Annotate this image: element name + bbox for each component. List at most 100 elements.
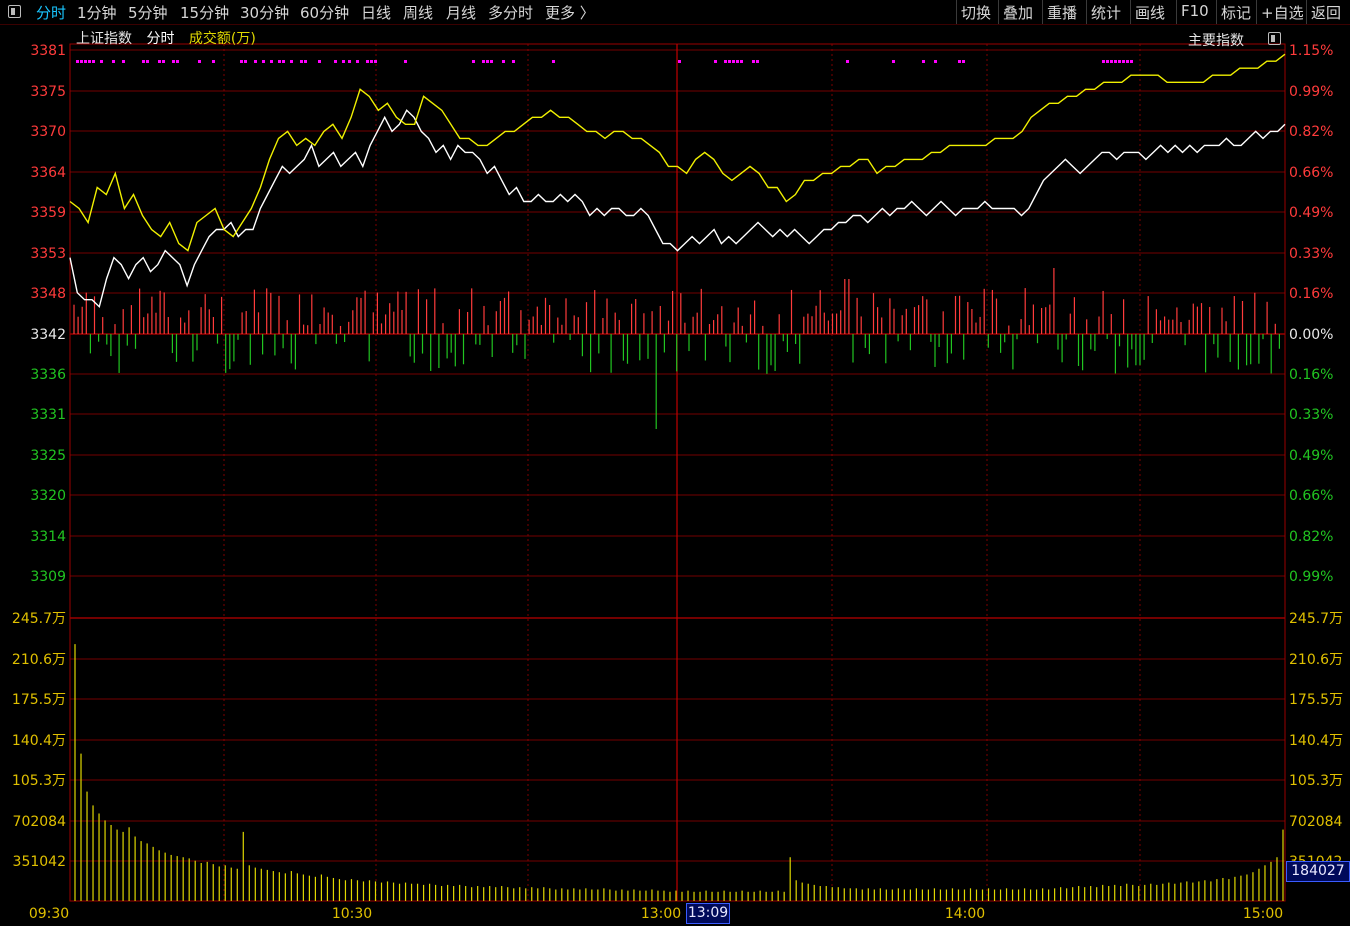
toolbar-button-2[interactable]: 重播 xyxy=(1047,2,1077,23)
chart-legend: 上证指数 分时 成交额(万) xyxy=(76,28,266,48)
price-tick-label: 3336 xyxy=(30,367,66,383)
signal-marker xyxy=(334,60,337,63)
signal-marker xyxy=(732,60,735,63)
volume-tick-label-right: 105.3万 xyxy=(1289,773,1343,789)
signal-marker xyxy=(172,60,175,63)
signal-marker xyxy=(922,60,925,63)
main-index-toggle-icon[interactable] xyxy=(1268,32,1281,45)
signal-marker xyxy=(714,60,717,63)
price-tick-label: 3331 xyxy=(30,407,66,423)
signal-marker xyxy=(158,60,161,63)
volume-tick-label: 105.3万 xyxy=(12,773,66,789)
signal-marker xyxy=(300,60,303,63)
signal-marker xyxy=(728,60,731,63)
signal-marker xyxy=(756,60,759,63)
percent-tick-label: 0.66% xyxy=(1289,165,1333,181)
tab-3[interactable]: 15分钟 xyxy=(180,2,229,23)
signal-marker xyxy=(270,60,273,63)
tab-10[interactable]: 更多 〉 xyxy=(545,2,595,23)
mode-label: 分时 xyxy=(146,31,175,47)
signal-marker xyxy=(282,60,285,63)
toolbar-separator xyxy=(1176,0,1177,24)
volume-label: 成交额(万) xyxy=(188,31,256,47)
toolbar-button-0[interactable]: 切换 xyxy=(961,2,991,23)
volume-tick-label-right: 210.6万 xyxy=(1289,652,1343,668)
cursor-value-label: 184027 xyxy=(1286,861,1350,882)
signal-marker xyxy=(304,60,307,63)
toolbar: 分时 1分钟 5分钟 15分钟 30分钟 60分钟 日线 周线 月线 多分时 更多 〉 切换 叠加 重播… xyxy=(0,0,1350,25)
panel-toggle-icon[interactable] xyxy=(8,5,21,18)
signal-marker xyxy=(356,60,359,63)
volume-tick-label: 175.5万 xyxy=(12,692,66,708)
price-tick-label: 3309 xyxy=(30,569,66,585)
volume-tick-label: 245.7万 xyxy=(12,611,66,627)
signal-marker xyxy=(1118,60,1121,63)
percent-tick-label: 0.49% xyxy=(1289,448,1333,464)
price-tick-label: 3314 xyxy=(30,529,66,545)
toolbar-separator xyxy=(1042,0,1043,24)
signal-marker xyxy=(212,60,215,63)
tab-8[interactable]: 月线 xyxy=(446,2,476,23)
signal-marker xyxy=(146,60,149,63)
signal-marker xyxy=(76,60,79,63)
volume-tick-label: 702084 xyxy=(13,814,67,830)
signal-marker xyxy=(112,60,115,63)
signal-marker xyxy=(1110,60,1113,63)
toolbar-button-6[interactable]: 标记 xyxy=(1221,2,1251,23)
time-tick-label: 13:00 xyxy=(641,906,681,922)
toolbar-button-7[interactable]: +自选 xyxy=(1261,2,1304,23)
price-tick-label: 3342 xyxy=(30,327,66,343)
percent-tick-label: 1.15% xyxy=(1289,43,1333,59)
price-tick-label: 3320 xyxy=(30,488,66,504)
signal-marker xyxy=(724,60,727,63)
tab-0[interactable]: 分时 xyxy=(36,2,66,23)
time-tick-label: 14:00 xyxy=(945,906,985,922)
percent-tick-label: 0.82% xyxy=(1289,124,1333,140)
signal-marker xyxy=(88,60,91,63)
tab-4[interactable]: 30分钟 xyxy=(240,2,289,23)
toolbar-button-8[interactable]: 返回 xyxy=(1311,2,1341,23)
cursor-time-label: 13:09 xyxy=(686,903,730,924)
price-tick-label: 3375 xyxy=(30,84,66,100)
main-index-selector[interactable]: 主要指数 xyxy=(1188,30,1281,50)
signal-marker xyxy=(244,60,247,63)
signal-marker xyxy=(342,60,345,63)
percent-tick-label: 0.66% xyxy=(1289,488,1333,504)
signal-marker xyxy=(736,60,739,63)
toolbar-separator xyxy=(956,0,957,24)
price-tick-label: 3364 xyxy=(30,165,66,181)
toolbar-button-4[interactable]: 画线 xyxy=(1135,2,1165,23)
tab-2[interactable]: 5分钟 xyxy=(128,2,168,23)
signal-marker xyxy=(958,60,961,63)
signal-marker xyxy=(122,60,125,63)
tab-6[interactable]: 日线 xyxy=(361,2,391,23)
tab-9[interactable]: 多分时 xyxy=(488,2,533,23)
signal-marker xyxy=(846,60,849,63)
toolbar-button-1[interactable]: 叠加 xyxy=(1003,2,1033,23)
signal-marker xyxy=(370,60,373,63)
toolbar-separator xyxy=(1086,0,1087,24)
signal-marker xyxy=(290,60,293,63)
signal-marker xyxy=(1102,60,1105,63)
tab-5[interactable]: 60分钟 xyxy=(300,2,349,23)
toolbar-separator xyxy=(1130,0,1131,24)
signal-marker xyxy=(1106,60,1109,63)
volume-tick-label: 210.6万 xyxy=(12,652,66,668)
intraday-chart: 3381 1.15% 3375 0.99% 3370 0.82% 3364 0.66% 3359… xyxy=(12,43,1343,922)
time-tick-label: 09:30 xyxy=(29,906,69,922)
price-tick-label: 3353 xyxy=(30,246,66,262)
volume-tick-label-right: 702084 xyxy=(1289,814,1343,830)
percent-tick-label: 0.16% xyxy=(1289,367,1333,383)
percent-tick-label: 0.49% xyxy=(1289,205,1333,221)
main-index-label: 主要指数 xyxy=(1188,33,1244,49)
index-name: 上证指数 xyxy=(76,31,132,47)
tab-1[interactable]: 1分钟 xyxy=(77,2,117,23)
signal-marker xyxy=(490,60,493,63)
toolbar-button-5[interactable]: F10 xyxy=(1181,2,1209,20)
tab-7[interactable]: 周线 xyxy=(403,2,433,23)
signal-marker xyxy=(678,60,681,63)
signal-marker xyxy=(176,60,179,63)
percent-tick-label: 0.99% xyxy=(1289,84,1333,100)
toolbar-separator xyxy=(1256,0,1257,24)
toolbar-button-3[interactable]: 统计 xyxy=(1091,2,1121,23)
